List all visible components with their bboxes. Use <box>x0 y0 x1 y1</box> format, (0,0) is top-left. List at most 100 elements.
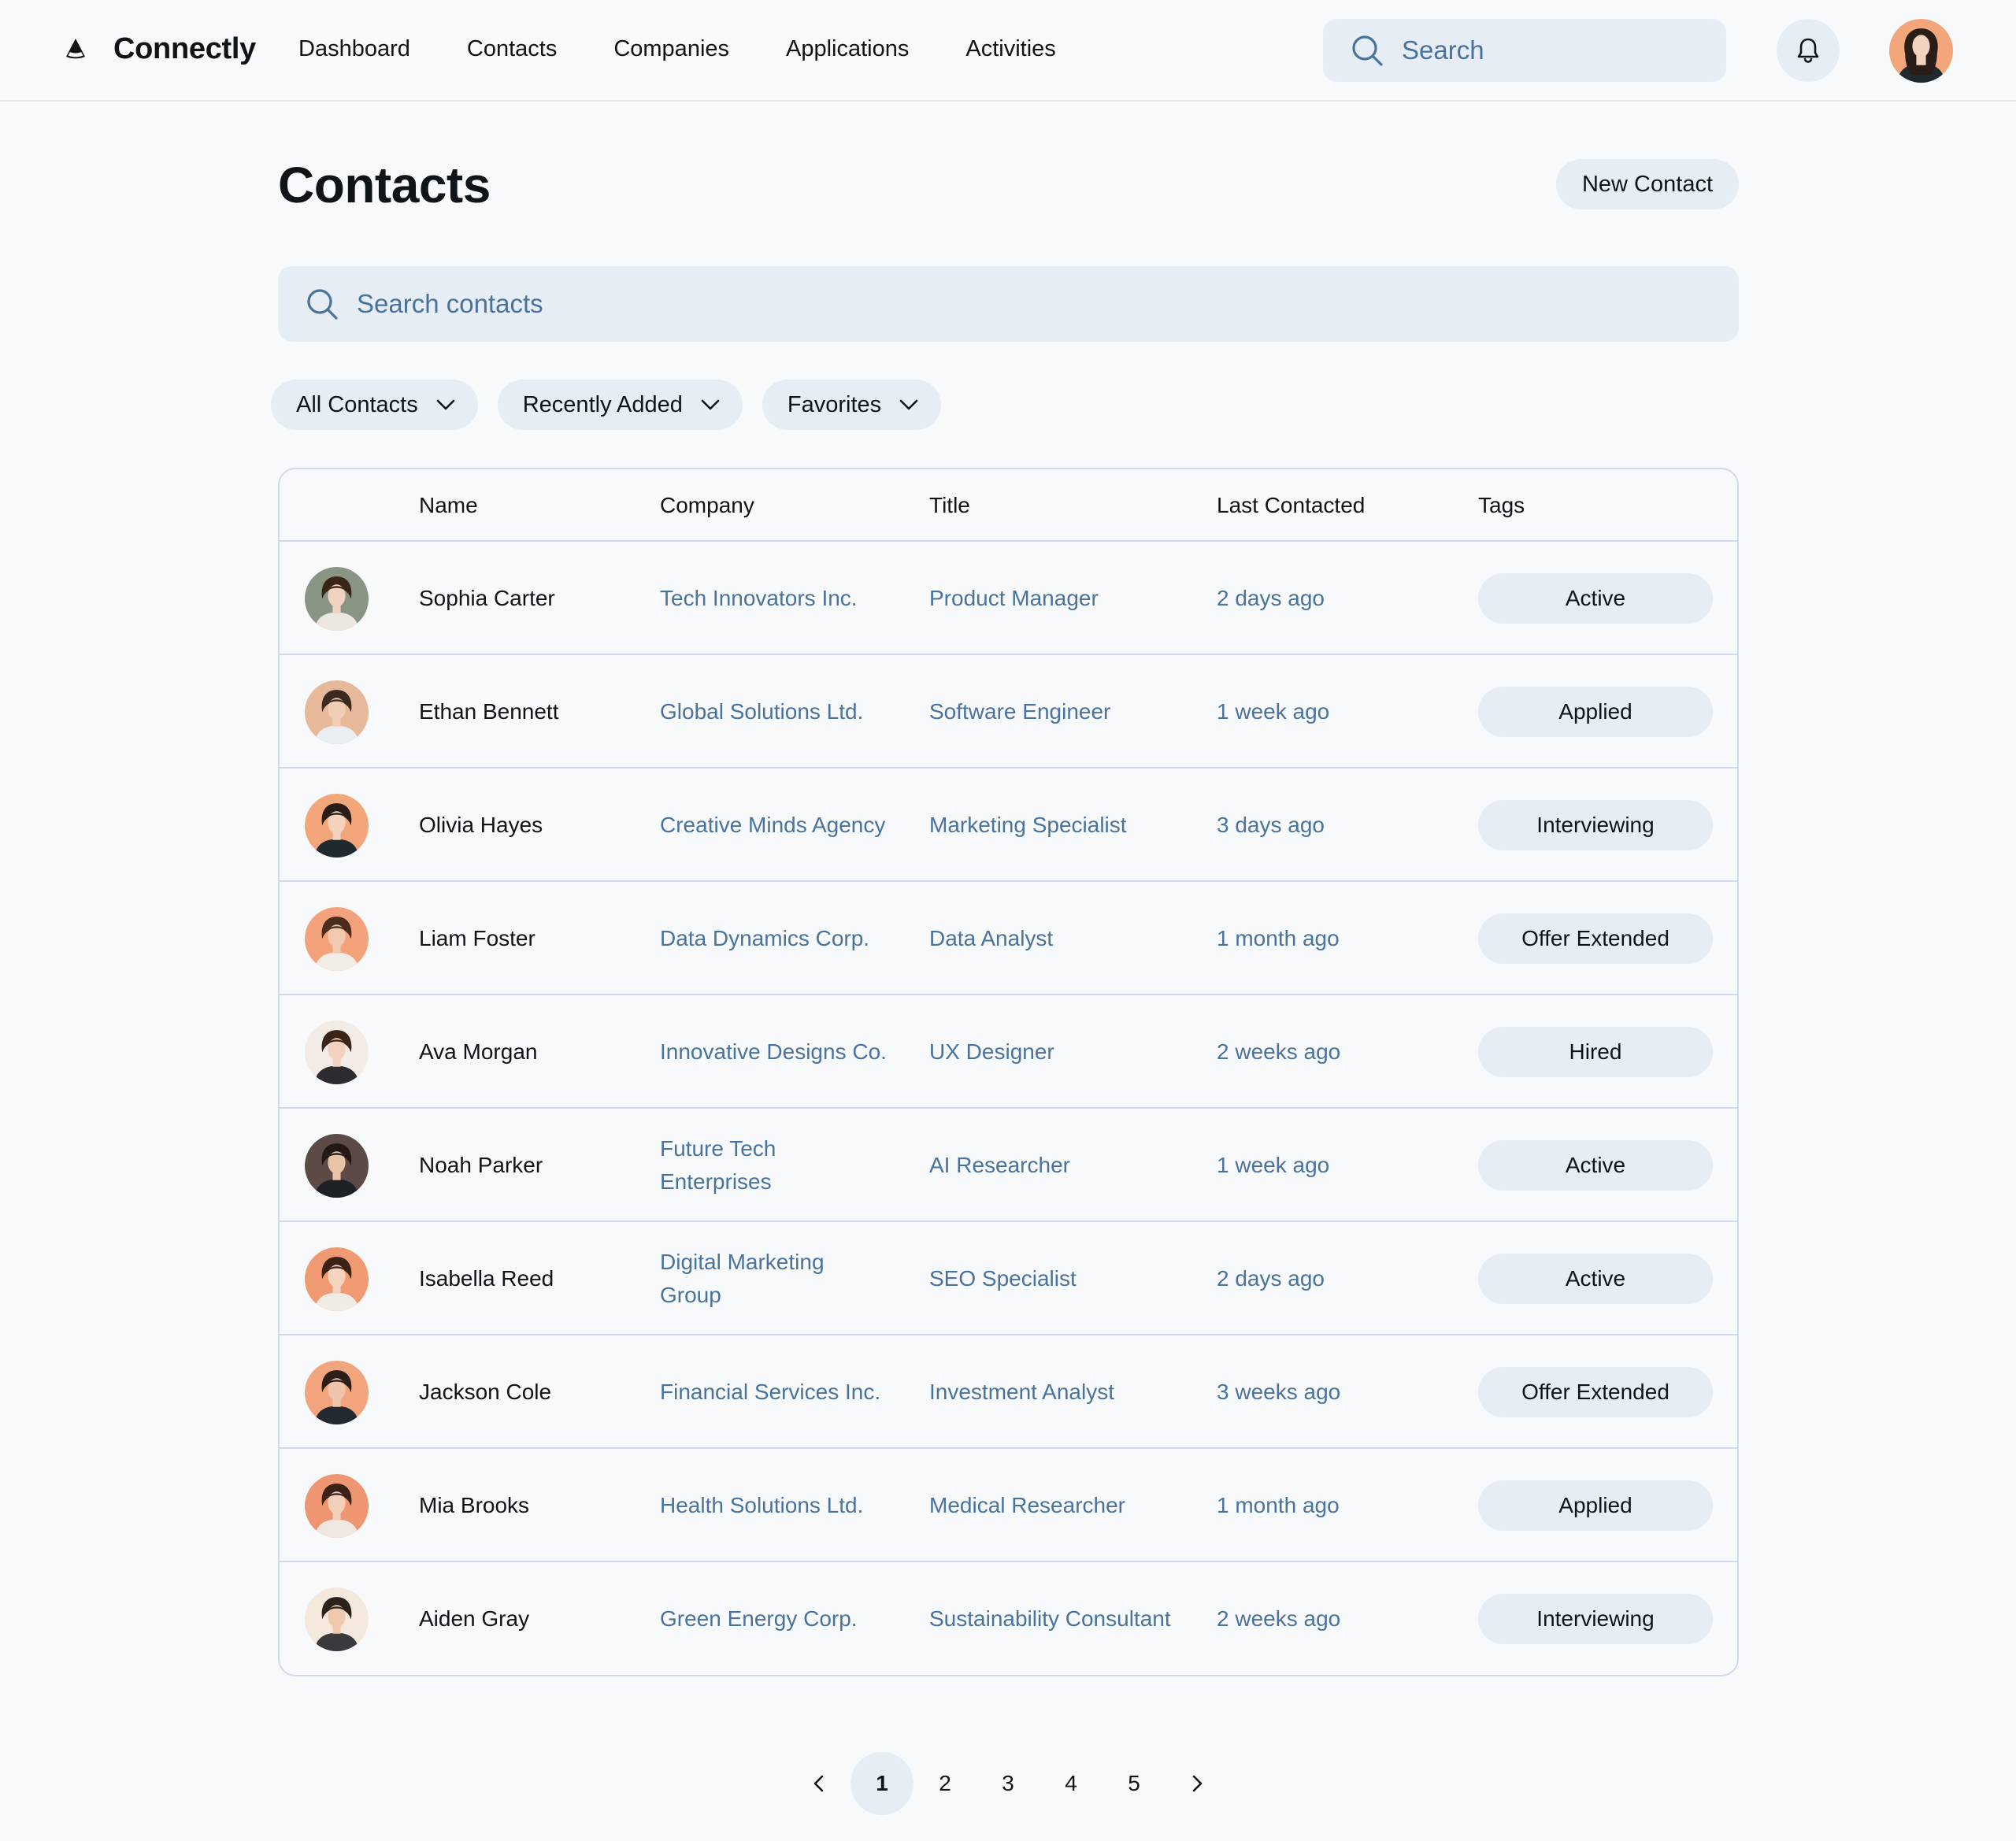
column-header-last-contacted[interactable]: Last Contacted <box>1217 469 1365 542</box>
last-contacted: 2 weeks ago <box>1217 1606 1341 1631</box>
table-row[interactable]: Noah Parker Future Tech Enterprises AI Res… <box>280 1109 1737 1222</box>
filter-label: All Contacts <box>296 391 418 417</box>
tag-cell: Active <box>1478 1222 1714 1335</box>
avatar-cell <box>305 995 369 1109</box>
user-avatar[interactable] <box>1889 19 1953 83</box>
contact-company[interactable]: Tech Innovators Inc. <box>660 542 888 655</box>
contact-search-input[interactable] <box>357 289 1617 319</box>
contact-company[interactable]: Green Energy Corp. <box>660 1562 888 1675</box>
top-navigation-bar: Connectly Dashboard Contacts Companies A… <box>0 0 2016 102</box>
contact-title: Medical Researcher <box>929 1493 1125 1517</box>
filter-label: Favorites <box>787 391 882 417</box>
contact-company[interactable]: Creative Minds Agency <box>660 769 888 882</box>
contact-avatar <box>305 1473 369 1538</box>
last-contacted: 3 days ago <box>1217 813 1325 837</box>
column-header-tags[interactable]: Tags <box>1478 469 1525 542</box>
bell-icon <box>1797 38 1819 63</box>
status-tag[interactable]: Applied <box>1478 687 1713 737</box>
contact-company[interactable]: Data Dynamics Corp. <box>660 882 888 995</box>
new-contact-button[interactable]: New Contact <box>1556 159 1739 209</box>
column-header-company[interactable]: Company <box>660 469 754 542</box>
filter-recently-added[interactable]: Recently Added <box>497 380 743 430</box>
column-header-name[interactable]: Name <box>419 469 478 542</box>
contact-name[interactable]: Jackson Cole <box>419 1335 647 1449</box>
avatar-cell <box>305 542 369 655</box>
nav-dashboard[interactable]: Dashboard <box>298 36 410 62</box>
contact-name[interactable]: Ava Morgan <box>419 995 647 1109</box>
page-1-button[interactable]: 1 <box>850 1752 914 1815</box>
brand[interactable]: Connectly <box>63 29 256 69</box>
table-row[interactable]: Isabella Reed Digital Marketing Group SEO … <box>280 1222 1737 1335</box>
contact-avatar <box>305 566 369 631</box>
last-contacted: 1 week ago <box>1217 699 1330 724</box>
contact-company[interactable]: Future Tech Enterprises <box>660 1109 888 1222</box>
table-row[interactable]: Olivia Hayes Creative Minds Agency Marketi… <box>280 769 1737 882</box>
nav-contacts[interactable]: Contacts <box>467 36 557 62</box>
notifications-button[interactable] <box>1777 19 1840 82</box>
contacts-table: Name Company Title Last Contacted Tags S… <box>278 468 1739 1676</box>
global-search-input[interactable] <box>1402 35 1701 65</box>
last-contacted: 2 days ago <box>1217 1266 1325 1291</box>
status-tag[interactable]: Active <box>1478 1254 1713 1304</box>
status-tag[interactable]: Applied <box>1478 1480 1713 1531</box>
status-tag[interactable]: Interviewing <box>1478 1594 1713 1644</box>
contact-name[interactable]: Noah Parker <box>419 1109 647 1222</box>
table-row[interactable]: Mia Brooks Health Solutions Ltd. Medical R… <box>280 1449 1737 1562</box>
chevron-left-icon <box>813 1775 824 1792</box>
contact-avatar <box>305 1133 369 1198</box>
filter-favorites[interactable]: Favorites <box>762 380 942 430</box>
table-row[interactable]: Ava Morgan Innovative Designs Co. UX Desig… <box>280 995 1737 1109</box>
avatar-cell <box>305 1109 369 1222</box>
nav-activities[interactable]: Activities <box>965 36 1055 62</box>
contact-avatar <box>305 793 369 858</box>
nav-applications[interactable]: Applications <box>786 36 909 62</box>
contact-name[interactable]: Liam Foster <box>419 882 647 995</box>
tag-cell: Applied <box>1478 655 1714 769</box>
contact-search[interactable] <box>278 266 1739 342</box>
contact-name[interactable]: Mia Brooks <box>419 1449 647 1562</box>
contact-name[interactable]: Ethan Bennett <box>419 655 647 769</box>
status-tag[interactable]: Offer Extended <box>1478 1367 1713 1417</box>
nav-companies[interactable]: Companies <box>613 36 729 62</box>
search-icon <box>307 289 338 320</box>
table-row[interactable]: Liam Foster Data Dynamics Corp. Data Analy… <box>280 882 1737 995</box>
page-3-button[interactable]: 3 <box>976 1752 1040 1815</box>
column-header-title[interactable]: Title <box>929 469 970 542</box>
page-4-button[interactable]: 4 <box>1040 1752 1102 1815</box>
tag-cell: Active <box>1478 542 1714 655</box>
global-search[interactable] <box>1323 19 1726 82</box>
logo-icon <box>66 39 85 59</box>
avatar-cell <box>305 1222 369 1335</box>
status-tag[interactable]: Active <box>1478 573 1713 624</box>
avatar-cell <box>305 1335 369 1449</box>
next-page-button[interactable] <box>1166 1752 1228 1815</box>
table-row[interactable]: Aiden Gray Green Energy Corp. Sustainabili… <box>280 1562 1737 1675</box>
contact-company[interactable]: Innovative Designs Co. <box>660 995 888 1109</box>
tag-cell: Hired <box>1478 995 1714 1109</box>
contact-name[interactable]: Isabella Reed <box>419 1222 647 1335</box>
main-nav: Dashboard Contacts Companies Application… <box>298 31 1113 66</box>
previous-page-button[interactable] <box>788 1752 850 1815</box>
contact-company[interactable]: Global Solutions Ltd. <box>660 655 888 769</box>
chevron-down-icon <box>899 399 918 410</box>
contact-name[interactable]: Aiden Gray <box>419 1562 647 1675</box>
last-contacted: 1 month ago <box>1217 926 1340 950</box>
contact-company[interactable]: Health Solutions Ltd. <box>660 1449 888 1562</box>
status-tag[interactable]: Offer Extended <box>1478 913 1713 964</box>
table-row[interactable]: Jackson Cole Financial Services Inc. Inves… <box>280 1335 1737 1449</box>
status-tag[interactable]: Interviewing <box>1478 800 1713 850</box>
avatar-cell <box>305 769 369 882</box>
status-tag[interactable]: Hired <box>1478 1027 1713 1077</box>
table-row[interactable]: Ethan Bennett Global Solutions Ltd. Softwa… <box>280 655 1737 769</box>
filter-all-contacts[interactable]: All Contacts <box>271 380 478 430</box>
table-row[interactable]: Sophia Carter Tech Innovators Inc. Product… <box>280 542 1737 655</box>
contact-name[interactable]: Sophia Carter <box>419 542 647 655</box>
status-tag[interactable]: Active <box>1478 1140 1713 1191</box>
page-5-button[interactable]: 5 <box>1102 1752 1166 1815</box>
user-avatar-image <box>1889 19 1953 83</box>
page-title: Contacts <box>278 157 491 213</box>
contact-company[interactable]: Digital Marketing Group <box>660 1222 888 1335</box>
contact-name[interactable]: Olivia Hayes <box>419 769 647 882</box>
contact-company[interactable]: Financial Services Inc. <box>660 1335 888 1449</box>
page-2-button[interactable]: 2 <box>914 1752 976 1815</box>
